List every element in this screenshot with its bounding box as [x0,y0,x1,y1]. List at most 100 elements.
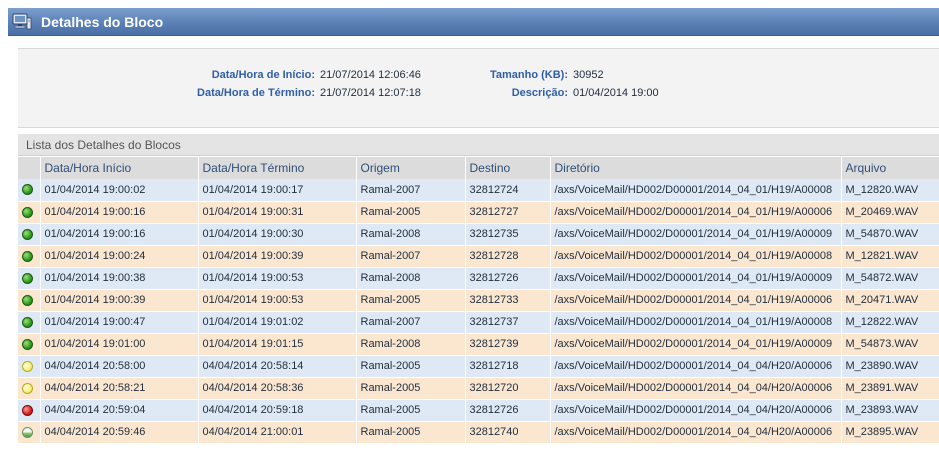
status-green-icon [22,338,33,350]
table-row[interactable]: 04/04/2014 20:59:46 04/04/2014 21:00:01 Ra… [18,421,939,444]
file-cell: M_12820.WAV [841,179,939,202]
end-datetime-cell: 01/04/2014 19:00:30 [198,223,357,246]
status-red-icon [22,404,33,416]
destination-cell: 32812740 [465,421,551,444]
table-row[interactable]: 01/04/2014 19:00:16 01/04/2014 19:00:30 Ra… [18,223,939,246]
table-row[interactable]: 01/04/2014 19:00:39 01/04/2014 19:00:53 Ra… [18,289,939,312]
status-green-icon [22,316,33,328]
status-cell [18,267,41,290]
table-row[interactable]: 04/04/2014 20:58:21 04/04/2014 20:58:36 Ra… [18,377,939,400]
status-half-icon [22,426,33,438]
block-info-panel: Data/Hora de Início: 21/07/2014 12:06:46 … [18,48,939,128]
description-value: 01/04/2014 19:00 [573,87,659,99]
start-datetime-cell: 04/04/2014 20:58:00 [40,355,199,378]
origin-cell: Ramal-2007 [356,245,466,268]
size-value: 30952 [573,69,604,81]
start-datetime-cell: 01/04/2014 19:00:16 [40,201,199,224]
table-row[interactable]: 01/04/2014 19:00:47 01/04/2014 19:01:02 Ra… [18,311,939,334]
start-datetime-cell: 01/04/2014 19:01:00 [40,333,199,356]
table-row[interactable]: 01/04/2014 19:00:38 01/04/2014 19:00:53 Ra… [18,267,939,290]
origin-cell: Ramal-2005 [356,201,466,224]
directory-cell: /axs/VoiceMail/HD002/D00001/2014_04_04/H… [550,421,842,444]
status-green-icon [22,250,33,262]
end-datetime-cell: 01/04/2014 19:00:39 [198,245,357,268]
column-header-destination[interactable]: Destino [465,157,551,179]
origin-cell: Ramal-2005 [356,289,466,312]
end-datetime-cell: 01/04/2014 19:00:53 [198,289,357,312]
status-yellow-icon [22,382,33,394]
block-details-table: Data/Hora Início Data/Hora Término Orige… [18,157,939,444]
origin-cell: Ramal-2005 [356,399,466,422]
start-datetime-cell: 01/04/2014 19:00:38 [40,267,199,290]
directory-cell: /axs/VoiceMail/HD002/D00001/2014_04_01/H… [550,179,842,202]
status-cell [18,377,41,400]
table-row[interactable]: 01/04/2014 19:01:00 01/04/2014 19:01:15 Ra… [18,333,939,356]
end-datetime-cell: 04/04/2014 20:58:36 [198,377,357,400]
status-cell [18,399,41,422]
origin-cell: Ramal-2008 [356,333,466,356]
column-header-origin[interactable]: Origem [356,157,466,179]
directory-cell: /axs/VoiceMail/HD002/D00001/2014_04_01/H… [550,267,842,290]
start-datetime-cell: 01/04/2014 19:00:16 [40,223,199,246]
status-cell [18,245,41,268]
file-cell: M_12821.WAV [841,245,939,268]
column-header-file[interactable]: Arquivo [841,157,939,179]
file-cell: M_23893.WAV [841,399,939,422]
size-row: Tamanho (KB): 30952 [18,67,604,83]
end-datetime-cell: 01/04/2014 19:01:15 [198,333,357,356]
end-datetime-cell: 04/04/2014 21:00:01 [198,421,357,444]
directory-cell: /axs/VoiceMail/HD002/D00001/2014_04_01/H… [550,289,842,312]
status-cell [18,223,41,246]
status-green-icon [22,294,33,306]
page-title: Detalhes do Bloco [41,13,164,30]
destination-cell: 32812727 [465,201,551,224]
status-green-icon [22,206,33,218]
table-row[interactable]: 04/04/2014 20:58:00 04/04/2014 20:58:14 Ra… [18,355,939,378]
end-datetime-cell: 01/04/2014 19:00:53 [198,267,357,290]
column-header-start[interactable]: Data/Hora Início [40,157,199,179]
destination-cell: 32812726 [465,267,551,290]
file-cell: M_23895.WAV [841,421,939,444]
destination-cell: 32812739 [465,333,551,356]
start-datetime-cell: 01/04/2014 19:00:39 [40,289,199,312]
status-green-icon [22,228,33,240]
end-datetime-cell: 01/04/2014 19:00:31 [198,201,357,224]
start-datetime-cell: 01/04/2014 19:00:47 [40,311,199,334]
file-cell: M_54873.WAV [841,333,939,356]
table-row[interactable]: 01/04/2014 19:00:24 01/04/2014 19:00:39 Ra… [18,245,939,268]
destination-cell: 32812724 [465,179,551,202]
start-datetime-cell: 01/04/2014 19:00:02 [40,179,199,202]
table-row[interactable]: 01/04/2014 19:00:16 01/04/2014 19:00:31 Ra… [18,201,939,224]
destination-cell: 32812718 [465,355,551,378]
file-cell: M_20469.WAV [841,201,939,224]
status-cell [18,201,41,224]
destination-cell: 32812735 [465,223,551,246]
destination-cell: 32812733 [465,289,551,312]
end-datetime-cell: 01/04/2014 19:00:17 [198,179,357,202]
origin-cell: Ramal-2008 [356,223,466,246]
status-cell [18,333,41,356]
start-datetime-cell: 04/04/2014 20:59:46 [40,421,199,444]
status-green-icon [22,272,33,284]
file-cell: M_23891.WAV [841,377,939,400]
file-cell: M_54870.WAV [841,223,939,246]
status-cell [18,421,41,444]
file-cell: M_20471.WAV [841,289,939,312]
window-header: Detalhes do Bloco [8,8,939,36]
directory-cell: /axs/VoiceMail/HD002/D00001/2014_04_01/H… [550,311,842,334]
destination-cell: 32812720 [465,377,551,400]
start-datetime-cell: 04/04/2014 20:58:21 [40,377,199,400]
column-header-end[interactable]: Data/Hora Término [198,157,357,179]
table-row[interactable]: 01/04/2014 19:00:02 01/04/2014 19:00:17 Ra… [18,179,939,202]
end-datetime-cell: 01/04/2014 19:01:02 [198,311,357,334]
directory-cell: /axs/VoiceMail/HD002/D00001/2014_04_01/H… [550,201,842,224]
file-cell: M_54872.WAV [841,267,939,290]
directory-cell: /axs/VoiceMail/HD002/D00001/2014_04_04/H… [550,355,842,378]
list-title: Lista dos Detalhes do Blocos [18,134,939,156]
column-header-directory[interactable]: Diretório [550,157,842,179]
table-row[interactable]: 04/04/2014 20:59:04 04/04/2014 20:59:18 Ra… [18,399,939,422]
directory-cell: /axs/VoiceMail/HD002/D00001/2014_04_04/H… [550,399,842,422]
file-cell: M_23890.WAV [841,355,939,378]
origin-cell: Ramal-2005 [356,421,466,444]
status-green-icon [22,184,33,196]
